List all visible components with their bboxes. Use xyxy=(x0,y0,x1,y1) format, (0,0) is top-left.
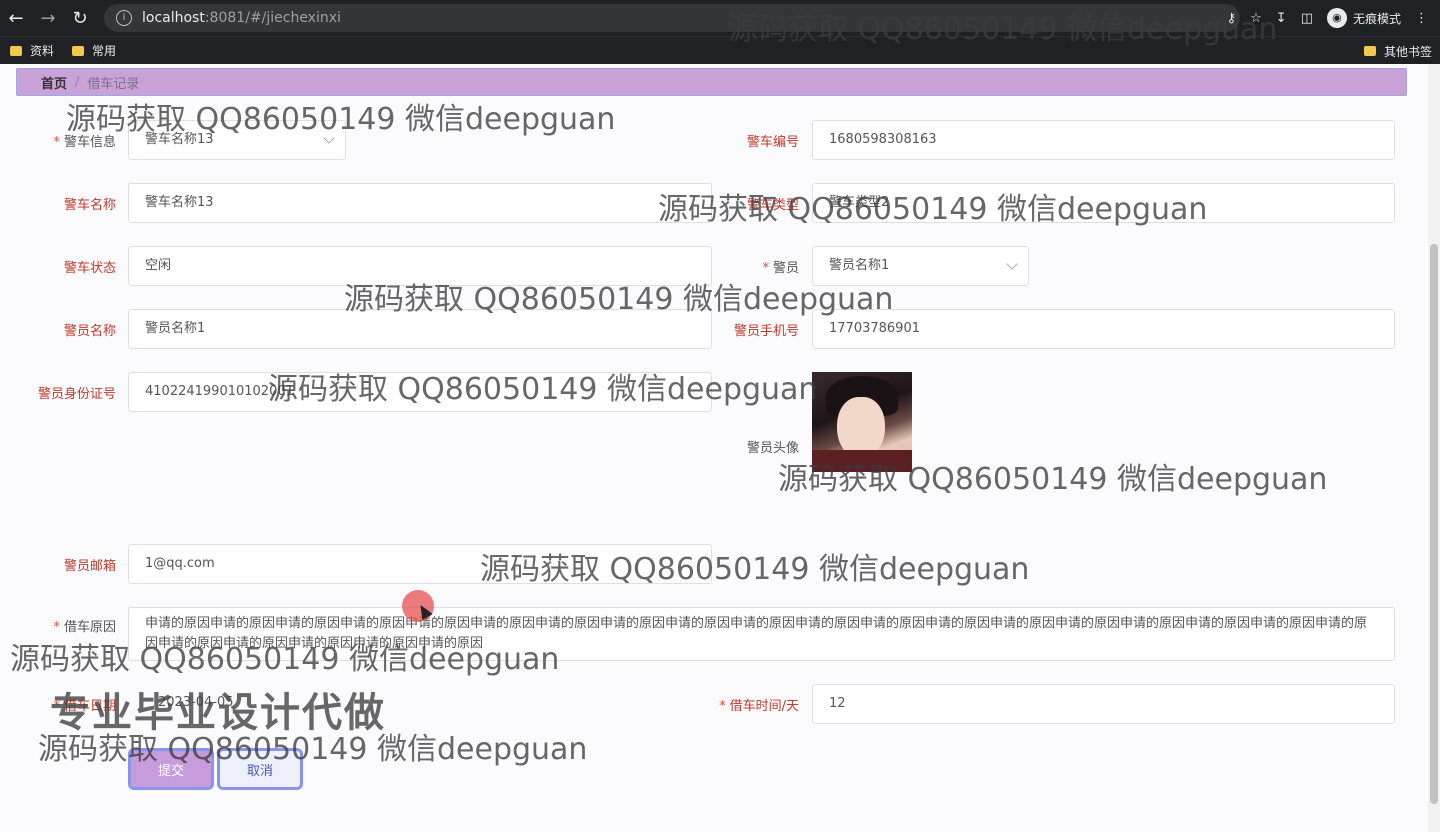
watermark: 源码获取 QQ86050149 微信deepguan xyxy=(268,372,818,407)
incognito-icon: ◉ xyxy=(1326,8,1347,28)
back-icon[interactable]: ← xyxy=(0,2,32,34)
officer-email-label: 警员邮箱 xyxy=(63,559,116,574)
breadcrumb-current: 借车记录 xyxy=(87,76,140,92)
watermark: 源码获取 QQ86050149 微信deepguan xyxy=(728,12,1278,47)
borrow-reason-label: * 借车原因 xyxy=(53,620,116,635)
forward-icon[interactable]: → xyxy=(32,2,64,34)
bookmark-folder-ziliao[interactable]: 资料 xyxy=(10,42,54,59)
breadcrumb-home[interactable]: 首页 xyxy=(41,73,67,92)
officer-phone-label: 警员手机号 xyxy=(733,324,799,339)
menu-icon[interactable]: ⋮ xyxy=(1415,11,1428,26)
incognito-label: 无痕模式 xyxy=(1352,11,1401,26)
url-host: localhost xyxy=(142,10,205,26)
folder-icon xyxy=(1363,46,1376,56)
police-car-number-input[interactable]: 1680598308163 xyxy=(812,120,1395,160)
police-car-name-label: 警车名称 xyxy=(63,198,116,213)
folder-icon xyxy=(10,45,22,56)
page-scrollbar[interactable] xyxy=(1428,64,1440,832)
chevron-down-icon xyxy=(1006,258,1018,270)
borrow-days-label: * 借车时间/天 xyxy=(719,699,799,714)
watermark: 源码获取 QQ86050149 微信deepguan xyxy=(480,552,1030,587)
officer-id-label: 警员身份证号 xyxy=(37,387,116,402)
folder-icon xyxy=(72,45,85,56)
police-car-number-label: 警车编号 xyxy=(746,135,799,150)
info-icon[interactable]: i xyxy=(116,10,132,26)
promo-text: 专业毕业设计代做 xyxy=(50,690,386,736)
police-car-status-label: 警车状态 xyxy=(63,261,116,276)
watermark: 源码获取 QQ86050149 微信deepguan xyxy=(66,102,616,137)
scrollbar-thumb[interactable] xyxy=(1430,244,1438,804)
incognito-indicator[interactable]: ◉ 无痕模式 xyxy=(1326,8,1401,28)
sidepanel-icon[interactable]: ◫ xyxy=(1301,11,1313,26)
bookmark-folder-changyong[interactable]: 常用 xyxy=(72,42,116,59)
url-path: :8081/#/jiechexinxi xyxy=(204,10,341,26)
breadcrumb: 首页 / 借车记录 xyxy=(16,68,1407,96)
watermark: 源码获取 QQ86050149 微信deepguan xyxy=(10,642,560,677)
officer-name-label: 警员名称 xyxy=(63,324,116,339)
watermark: 源码获取 QQ86050149 微信deepguan xyxy=(778,462,1328,497)
reload-icon[interactable]: ↻ xyxy=(64,2,96,34)
watermark: 源码获取 QQ86050149 微信deepguan xyxy=(344,282,894,317)
police-car-name-input[interactable]: 警车名称13 xyxy=(128,183,712,223)
watermark: 源码获取 QQ86050149 微信deepguan xyxy=(658,192,1208,227)
bookmark-folder-other[interactable]: 其他书签 xyxy=(1363,37,1432,65)
breadcrumb-separator: / xyxy=(75,74,80,90)
officer-phone-input[interactable]: 17703786901 xyxy=(812,309,1395,349)
borrow-days-input[interactable]: 12 xyxy=(812,684,1395,724)
